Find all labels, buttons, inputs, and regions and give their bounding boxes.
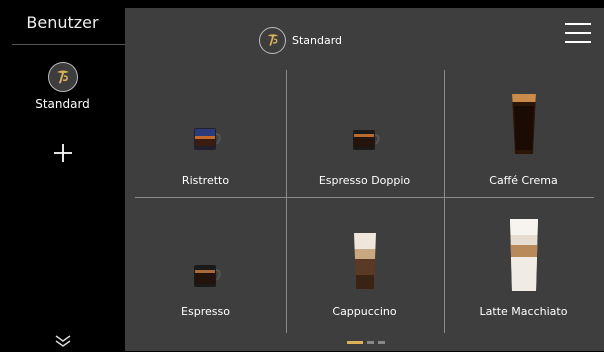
beverage-label: Cappuccino [332, 305, 397, 318]
brand-logo-icon [259, 26, 286, 54]
brand-logo-icon [47, 62, 78, 92]
active-profile-indicator: Standard [259, 26, 342, 54]
page-dot [378, 341, 385, 344]
menu-button[interactable] [565, 23, 591, 45]
header-title: Standard [292, 33, 343, 47]
beverage-label: Caffé Crema [489, 174, 558, 187]
hamburger-icon [565, 23, 591, 43]
profile-label: Standard [35, 97, 90, 111]
beverage-label: Ristretto [181, 174, 230, 187]
page-indicator [347, 341, 385, 344]
add-user-button[interactable] [52, 142, 74, 164]
scroll-down-button[interactable] [53, 333, 73, 347]
page-dot-active [347, 341, 363, 344]
sidebar-title: Benutzer [26, 13, 99, 32]
grid-divider [444, 70, 445, 333]
beverage-tile-latte-macchiato[interactable]: Latte Macchiato [447, 201, 600, 328]
grid-divider [135, 197, 594, 198]
ristretto-cup-icon [129, 114, 282, 154]
caffe-crema-glass-icon [447, 88, 600, 158]
header: Standard [125, 8, 604, 70]
beverage-tile-espresso[interactable]: Espresso [129, 201, 282, 328]
beverage-tile-ristretto[interactable]: Ristretto [129, 70, 282, 197]
plus-icon [54, 144, 72, 162]
beverage-label: Latte Macchiato [479, 305, 568, 318]
cappuccino-glass-icon [288, 227, 441, 291]
grid-divider [286, 70, 287, 333]
beverage-label: Espresso Doppio [318, 174, 411, 187]
double-chevron-down-icon [55, 335, 71, 347]
beverage-grid: Ristretto Espresso Doppio Caffé Crema Es… [125, 70, 604, 333]
page-dot [367, 341, 374, 344]
beverage-panel: Standard Ristretto Espresso Doppio Caffé… [125, 8, 604, 351]
user-sidebar: Benutzer Standard [0, 0, 125, 351]
beverage-label: Espresso [181, 305, 230, 318]
beverage-tile-caffe-crema[interactable]: Caffé Crema [447, 70, 600, 197]
espresso-doppio-cup-icon [288, 114, 441, 154]
beverage-tile-cappuccino[interactable]: Cappuccino [288, 201, 441, 328]
latte-macchiato-glass-icon [447, 213, 600, 293]
user-profile-standard[interactable]: Standard [0, 62, 125, 111]
espresso-cup-icon [129, 251, 282, 289]
beverage-tile-espresso-doppio[interactable]: Espresso Doppio [288, 70, 441, 197]
sidebar-divider [12, 44, 125, 45]
